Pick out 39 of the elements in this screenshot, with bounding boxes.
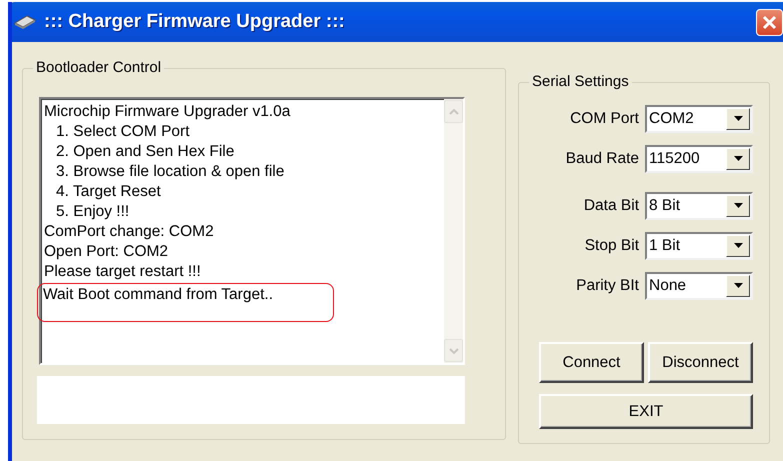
dropdown-arrow-icon — [734, 203, 742, 209]
field-label: Baud Rate — [564, 150, 640, 168]
dropdown[interactable]: 115200 — [645, 145, 753, 173]
highlighted-log-line: Wait Boot command from Target.. — [38, 284, 334, 321]
log-line: Microchip Firmware Upgrader v1.0a — [44, 102, 290, 122]
window-title: ::: Charger Firmware Upgrader ::: — [44, 11, 346, 33]
log-line: 1. Select COM Port — [55, 122, 190, 142]
close-button[interactable] — [756, 8, 783, 36]
dropdown-arrow-icon — [734, 116, 742, 122]
chip-icon — [14, 15, 36, 29]
dropdown[interactable]: COM2 — [645, 105, 753, 133]
log-box[interactable] — [39, 97, 465, 365]
log-line: Open Port: COM2 — [44, 242, 168, 262]
field-label: COM Port — [569, 110, 640, 128]
dropdown[interactable]: 8 Bit — [645, 192, 753, 220]
field-label: Parity BIt — [575, 277, 640, 295]
log-line: Please target restart !!! — [44, 262, 201, 282]
log-line: ComPort change: COM2 — [44, 222, 214, 242]
dropdown[interactable]: 1 Bit — [645, 232, 753, 260]
push-button[interactable]: EXIT — [539, 394, 753, 429]
chevron-down-icon — [448, 348, 458, 354]
log-line: 2. Open and Sen Hex File — [55, 142, 234, 162]
chevron-up-icon — [448, 108, 458, 114]
input-field[interactable] — [37, 376, 465, 424]
dropdown-arrow-icon — [734, 283, 742, 289]
log-line: 4. Target Reset — [55, 182, 161, 202]
push-button[interactable]: Connect — [539, 342, 644, 383]
field-label: Data Bit — [582, 197, 640, 215]
scroll-down-button[interactable] — [444, 339, 463, 362]
push-button[interactable]: Disconnect — [648, 342, 753, 383]
dropdown-arrow-icon — [734, 156, 742, 162]
field-label: Stop Bit — [584, 237, 640, 255]
dropdown[interactable]: None — [645, 272, 753, 300]
scroll-up-button[interactable] — [444, 100, 463, 123]
group-title: Serial Settings — [529, 73, 632, 90]
log-line: 5. Enjoy !!! — [55, 202, 130, 222]
log-line: 3. Browse file location & open file — [55, 162, 284, 182]
close-icon — [762, 14, 777, 30]
dropdown-arrow-icon — [734, 243, 742, 249]
